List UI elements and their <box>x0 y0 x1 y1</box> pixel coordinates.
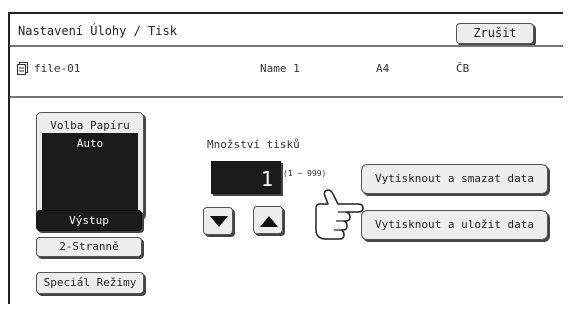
print-and-delete-button[interactable]: Vytisknout a smazat data <box>361 164 548 194</box>
decrease-button[interactable] <box>203 207 233 235</box>
increase-button[interactable] <box>253 206 283 234</box>
quantity-range: (1 ~ 999) <box>283 169 327 178</box>
job-settings-panel: Nastavení Úlohy / Tisk Zrušit file-01 Na… <box>8 12 563 304</box>
paper-size: A4 <box>376 62 390 75</box>
special-modes-button[interactable]: Speciál Režimy <box>36 272 144 294</box>
paper-select-label: Volba Papíru <box>50 119 130 132</box>
pointing-hand-icon <box>315 189 364 240</box>
title-bar: Nastavení Úlohy / Tisk Zrušit <box>10 14 563 46</box>
duplex-button[interactable]: 2-Stranně <box>36 237 142 257</box>
paper-select-button[interactable]: Volba Papíru Auto <box>36 112 144 218</box>
panel-title: Nastavení Úlohy / Tisk <box>18 24 177 38</box>
file-name: file-01 <box>34 62 81 75</box>
cancel-button[interactable]: Zrušit <box>456 23 534 44</box>
print-and-save-button[interactable]: Vytisknout a uložit data <box>361 210 548 240</box>
quantity-label: Množství tisků <box>207 138 300 151</box>
job-info-row: file-01 Name 1 A4 ČB <box>10 62 563 78</box>
file-stack-icon <box>17 62 28 75</box>
paper-select-value: Auto <box>42 133 138 212</box>
info-divider <box>10 96 563 98</box>
triangle-down-icon <box>210 216 228 227</box>
color-mode: ČB <box>456 62 470 75</box>
output-button[interactable]: Výstup <box>36 210 142 231</box>
quantity-display[interactable]: 1 <box>211 161 281 194</box>
title-divider <box>10 45 563 47</box>
triangle-up-icon <box>260 216 278 227</box>
user-name: Name 1 <box>260 62 300 75</box>
